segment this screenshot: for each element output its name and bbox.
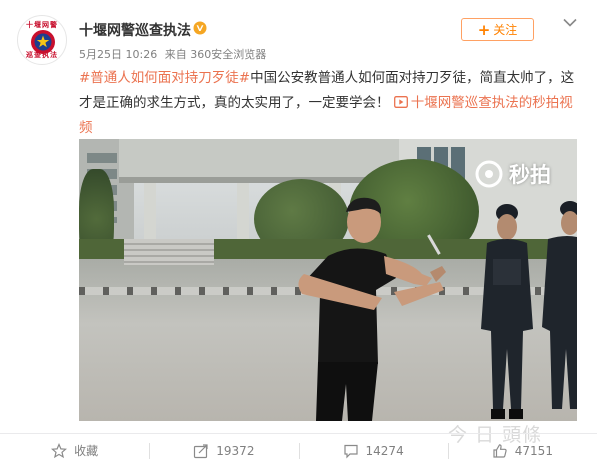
comment-button[interactable]: 14274	[298, 434, 448, 467]
avatar-text-bottom: 巡查执法	[26, 51, 58, 59]
post-text: #普通人如何面对持刀歹徒#中国公安教普通人如何面对持刀歹徒，简直太帅了，这才是正…	[79, 66, 579, 141]
repost-icon	[194, 443, 208, 458]
chevron-down-icon[interactable]	[563, 18, 577, 28]
post-source: 来自 360安全浏览器	[164, 48, 267, 61]
video-watermark-label: 秒拍	[509, 163, 551, 187]
video-steps	[124, 239, 214, 265]
video-canopy-edge	[119, 177, 399, 183]
hashtag-link[interactable]: #普通人如何面对持刀歹徒#	[79, 70, 250, 86]
video-person-police-officer	[481, 204, 533, 419]
avatar[interactable]: 十堰网警 巡查执法	[17, 15, 67, 65]
like-button[interactable]: 47151	[447, 434, 597, 467]
video-canopy	[119, 139, 399, 181]
favorite-button[interactable]: 收藏	[0, 434, 149, 467]
comment-icon	[343, 444, 358, 458]
favorite-label: 收藏	[74, 444, 99, 458]
username[interactable]: 十堰网警巡查执法	[79, 20, 191, 40]
post-meta: 5月25日 10:26 来自 360安全浏览器	[79, 46, 266, 62]
plus-icon: +	[477, 20, 491, 39]
video-watermark: 秒拍	[474, 159, 551, 189]
video-player[interactable]: 秒拍	[79, 139, 577, 421]
thumbs-up-icon	[493, 443, 507, 458]
post-date[interactable]: 5月25日 10:26	[79, 48, 157, 61]
comment-count: 14274	[365, 443, 404, 458]
repost-button[interactable]: 19372	[149, 434, 298, 467]
video-play-icon	[393, 96, 408, 108]
star-icon	[51, 442, 68, 458]
like-count: 47151	[514, 443, 553, 458]
repost-count: 19372	[216, 443, 255, 458]
follow-button[interactable]: + 关注	[461, 18, 534, 41]
video-person-police-officer	[542, 201, 577, 409]
verified-v-icon	[193, 21, 207, 35]
video-person-demonstrator	[298, 197, 446, 421]
action-bar: 收藏 19372 14274 47151	[0, 433, 597, 467]
miaopai-logo-icon	[475, 160, 503, 188]
follow-label: 关注	[493, 23, 518, 37]
